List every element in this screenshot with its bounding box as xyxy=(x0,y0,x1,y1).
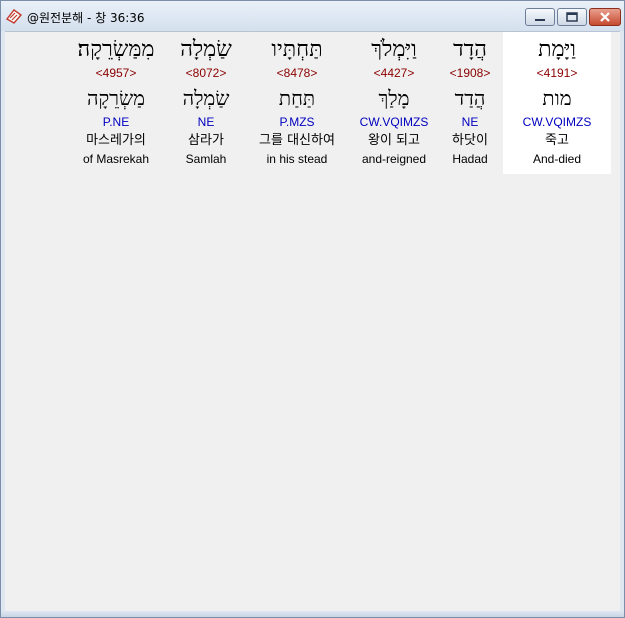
korean-gloss: 하닷이 xyxy=(452,133,488,148)
hebrew-lexeme: תַּחַת xyxy=(278,86,316,110)
english-gloss: Samlah xyxy=(185,152,227,166)
window-bottom-border xyxy=(1,611,624,617)
title-bar[interactable]: @원전분해 - 창 36:36 xyxy=(1,1,624,31)
english-gloss: in his stead xyxy=(266,152,328,166)
word-column[interactable]: מִמַּשְׂרֵקָה׃ <4957> מַשְׂרֵקָה P.NE 마스… xyxy=(65,32,167,174)
minimize-button[interactable] xyxy=(525,8,555,26)
hebrew-word: שַׂמְלָה xyxy=(180,37,232,62)
morphology-code: NE xyxy=(197,115,215,129)
word-column[interactable]: וַיִּמְלֹךְ <4427> מָלַךְ CW.VQIMZS 왕이 되… xyxy=(351,32,437,174)
strong-number[interactable]: <1908> xyxy=(435,65,505,81)
korean-gloss: 죽고 xyxy=(545,133,569,148)
hebrew-word: וַיִּמְלֹךְ xyxy=(371,37,417,62)
hebrew-lexeme: מַשְׂרֵקָה xyxy=(86,86,146,110)
korean-gloss: 그를 대신하여 xyxy=(259,133,335,148)
morphology-code: CW.VQIMZS xyxy=(522,115,592,129)
strong-number[interactable]: <4427> xyxy=(351,65,437,81)
morphology-code: CW.VQIMZS xyxy=(359,115,429,129)
interlinear-panel: וַיָּמָת <4191> מות CW.VQIMZS 죽고 And-die… xyxy=(5,31,620,612)
morphology-code: NE xyxy=(461,115,479,129)
hebrew-word: וַיָּמָת xyxy=(538,37,576,62)
strong-number[interactable]: <8072> xyxy=(169,65,243,81)
word-column[interactable]: שַׂמְלָה <8072> שַׂמְלָה NE 삼라가 Samlah xyxy=(169,32,243,174)
close-button[interactable] xyxy=(589,8,621,26)
korean-gloss: 마스레가의 xyxy=(86,133,146,148)
bible-app-icon[interactable] xyxy=(5,7,23,25)
strong-number[interactable]: <4191> xyxy=(503,65,611,81)
strong-number[interactable]: <4957> xyxy=(65,65,167,81)
morphology-code: P.NE xyxy=(102,115,130,129)
hebrew-word: תַּחְתָּיו xyxy=(271,37,323,62)
hebrew-word: מִמַּשְׂרֵקָה׃ xyxy=(77,37,155,62)
minimize-icon xyxy=(535,19,545,21)
english-gloss: and-reigned xyxy=(361,152,427,166)
english-gloss: Hadad xyxy=(452,152,488,166)
maximize-button[interactable] xyxy=(557,8,587,26)
app-window: @원전분해 - 창 36:36 וַיָּמָת <4191> מות CW.V… xyxy=(0,0,625,618)
word-column[interactable]: תַּחְתָּיו <8478> תַּחַת P.MZS 그를 대신하여 i… xyxy=(245,32,349,174)
hebrew-lexeme: שַׂמְלָה xyxy=(182,86,230,110)
hebrew-word: הֲדָד xyxy=(453,37,487,62)
hebrew-lexeme: הֲדַד xyxy=(454,86,486,110)
word-column[interactable]: הֲדָד <1908> הֲדַד NE 하닷이 Hadad xyxy=(435,32,505,174)
maximize-icon xyxy=(566,12,578,22)
english-gloss: of Masrekah xyxy=(82,152,150,166)
window-title: @원전분해 - 창 36:36 xyxy=(27,11,145,25)
korean-gloss: 삼라가 xyxy=(188,133,224,148)
close-icon xyxy=(600,12,610,22)
korean-gloss: 왕이 되고 xyxy=(368,133,420,148)
morphology-code: P.MZS xyxy=(279,115,315,129)
hebrew-lexeme: מות xyxy=(542,86,572,110)
strong-number[interactable]: <8478> xyxy=(245,65,349,81)
english-gloss: And-died xyxy=(532,152,582,166)
word-column[interactable]: וַיָּמָת <4191> מות CW.VQIMZS 죽고 And-die… xyxy=(503,32,611,174)
hebrew-lexeme: מָלַךְ xyxy=(378,86,410,110)
